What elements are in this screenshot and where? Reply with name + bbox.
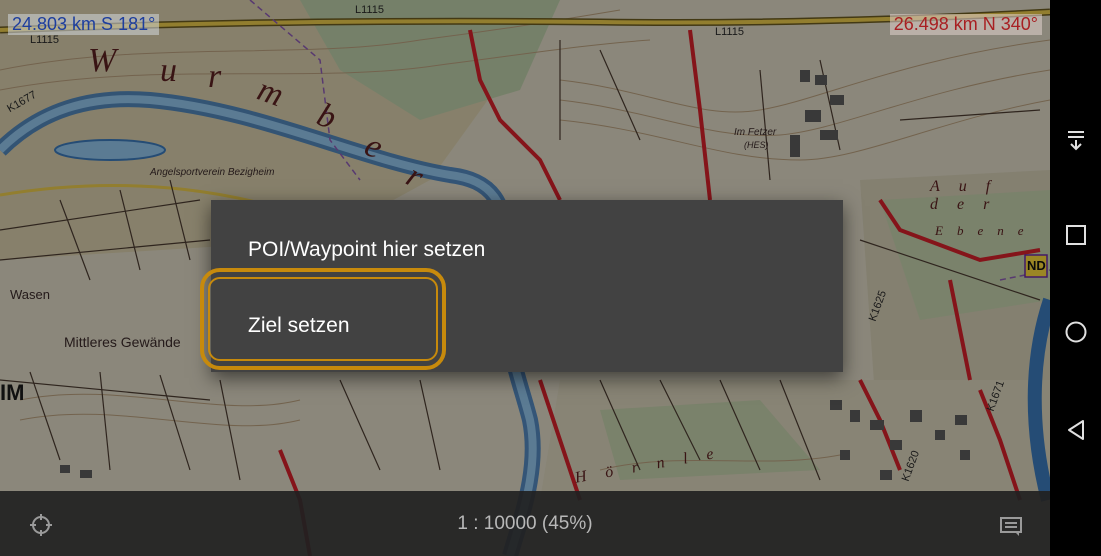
back-icon[interactable]	[1064, 418, 1088, 442]
map-label-ebene: Ebene	[935, 223, 1038, 238]
road-label-l1115-c: L1115	[715, 26, 744, 38]
layers-icon[interactable]	[1000, 517, 1022, 537]
map-label-nd: ND	[1027, 258, 1046, 273]
map-label-im-fetzer: Im Fetzer	[734, 127, 777, 138]
recents-icon[interactable]	[1064, 223, 1088, 247]
map-label-w: W	[88, 42, 117, 79]
bottom-status-bar: 1 : 10000 (45%)	[0, 491, 1050, 556]
distance-right-readout: 26.498 km N 340°	[889, 14, 1042, 35]
map-label-im: IM	[0, 380, 25, 405]
map-label-r: r	[208, 58, 222, 95]
collapse-icon[interactable]	[1064, 128, 1088, 152]
menu-item-ziel-setzen[interactable]: Ziel setzen	[211, 288, 843, 364]
home-icon[interactable]	[1064, 320, 1088, 344]
screen: W u r m b e r Wasen Mittleres Gewände IM…	[0, 0, 1101, 556]
map-label-hes: (HES)	[744, 140, 769, 150]
scale-readout: 1 : 10000 (45%)	[457, 513, 593, 534]
map-label-u: u	[160, 52, 177, 89]
system-nav-bar	[1050, 0, 1101, 556]
menu-item-poi-waypoint[interactable]: POI/Waypoint hier setzen	[211, 212, 843, 288]
road-label-l1115-a: L1115	[30, 34, 59, 46]
road-label-l1115-b: L1115	[355, 4, 384, 16]
map-label-wasen: Wasen	[10, 287, 50, 302]
crosshair-icon[interactable]	[29, 513, 53, 537]
distance-left-readout: 24.803 km S 181°	[8, 14, 160, 35]
map-label-mittleres: Mittleres Gewände	[64, 334, 181, 350]
context-menu: POI/Waypoint hier setzen Ziel setzen	[211, 200, 843, 372]
map-label-auf-der: Auf der	[930, 178, 1010, 213]
map-label-angelsport: Angelsportverein Bezigheim	[150, 167, 275, 178]
